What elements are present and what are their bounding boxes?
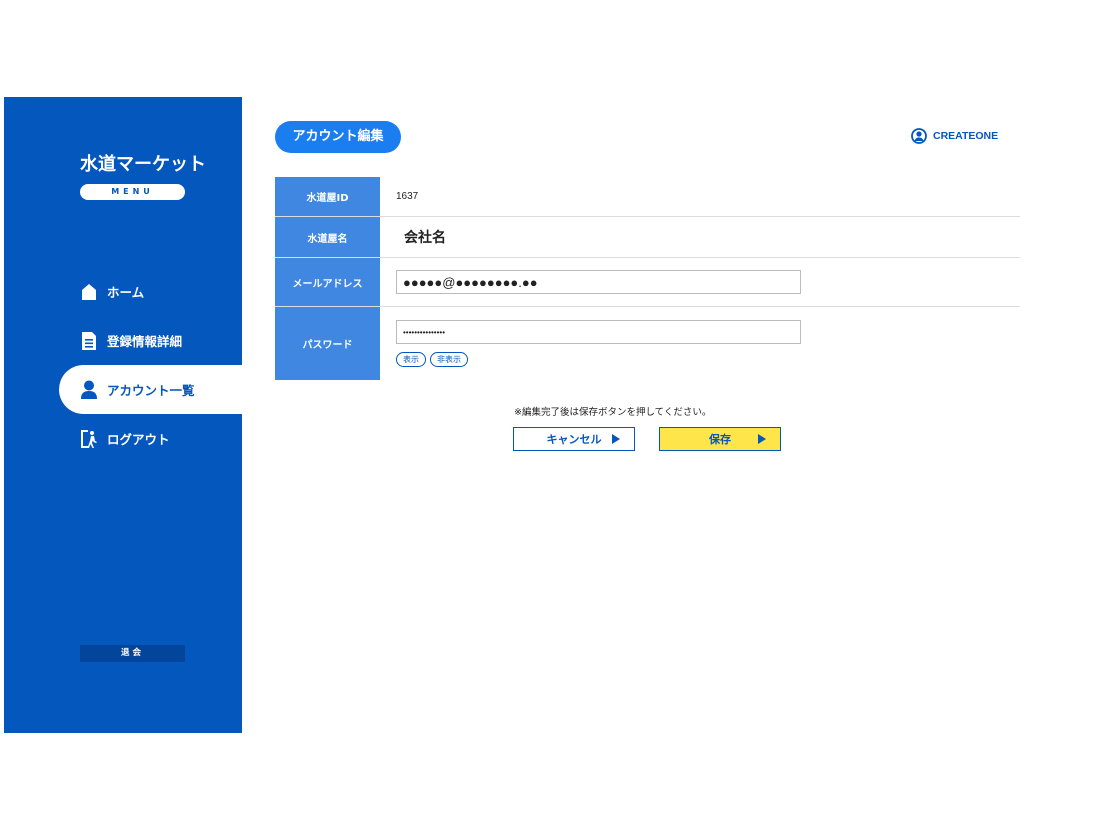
menu-label: MENU: [80, 184, 185, 200]
cancel-button-label: キャンセル: [546, 433, 602, 446]
sidebar-item-label: ログアウト: [107, 432, 170, 447]
password-label: パスワード: [275, 307, 380, 380]
play-arrow-icon: [758, 434, 766, 444]
sidebar-item-label: 登録情報詳細: [107, 334, 183, 349]
form-row-name: 水道屋名 会社名: [275, 217, 1020, 258]
user-icon: [80, 380, 98, 400]
company-name-value: 会社名: [404, 230, 446, 246]
home-icon: [80, 282, 98, 302]
save-instruction-note: ※編集完了後は保存ボタンを押してください。: [514, 407, 712, 418]
play-arrow-icon: [612, 434, 620, 444]
brand-logo: 水道マーケット: [80, 154, 206, 175]
hide-password-button[interactable]: 非表示: [430, 352, 468, 367]
sidebar-item-label: アカウント一覧: [107, 383, 195, 398]
name-label: 水道屋名: [275, 217, 380, 257]
email-label: メールアドレス: [275, 258, 380, 306]
save-button[interactable]: 保存: [659, 427, 781, 451]
document-icon: [80, 331, 98, 351]
sidebar-item-logout[interactable]: ログアウト: [4, 414, 242, 463]
sidebar-item-registration-details[interactable]: 登録情報詳細: [4, 316, 242, 365]
id-value: 1637: [396, 191, 419, 202]
sidebar-item-home[interactable]: ホーム: [4, 267, 242, 316]
account-edit-form: 水道屋ID 1637 水道屋名 会社名 メールアドレス ●●●●●@●●●●●●…: [275, 177, 1020, 380]
withdraw-button[interactable]: 退会: [80, 645, 185, 662]
user-account[interactable]: CREATEONE: [911, 128, 998, 144]
user-name: CREATEONE: [933, 130, 999, 142]
page-title: アカウント編集: [275, 121, 401, 153]
sidebar-item-account-list[interactable]: アカウント一覧: [59, 365, 242, 414]
form-row-email: メールアドレス ●●●●●@●●●●●●●●.●●: [275, 258, 1020, 307]
form-row-id: 水道屋ID 1637: [275, 177, 1020, 217]
form-row-password: パスワード ••••••••••••••• 表示 非表示: [275, 307, 1020, 380]
user-avatar-icon: [911, 128, 927, 144]
id-label: 水道屋ID: [275, 177, 380, 216]
show-password-button[interactable]: 表示: [396, 352, 426, 367]
password-field[interactable]: •••••••••••••••: [396, 320, 801, 344]
email-field[interactable]: ●●●●●@●●●●●●●●.●●: [396, 270, 801, 294]
save-button-label: 保存: [709, 433, 731, 446]
sidebar-item-label: ホーム: [107, 285, 145, 300]
logout-icon: [80, 429, 98, 449]
cancel-button[interactable]: キャンセル: [513, 427, 635, 451]
sidebar: 水道マーケット MENU ホーム 登録情報詳細 アカウント一覧 ログアウト 退会: [4, 97, 242, 733]
sidebar-nav: ホーム 登録情報詳細 アカウント一覧 ログアウト: [4, 267, 242, 463]
